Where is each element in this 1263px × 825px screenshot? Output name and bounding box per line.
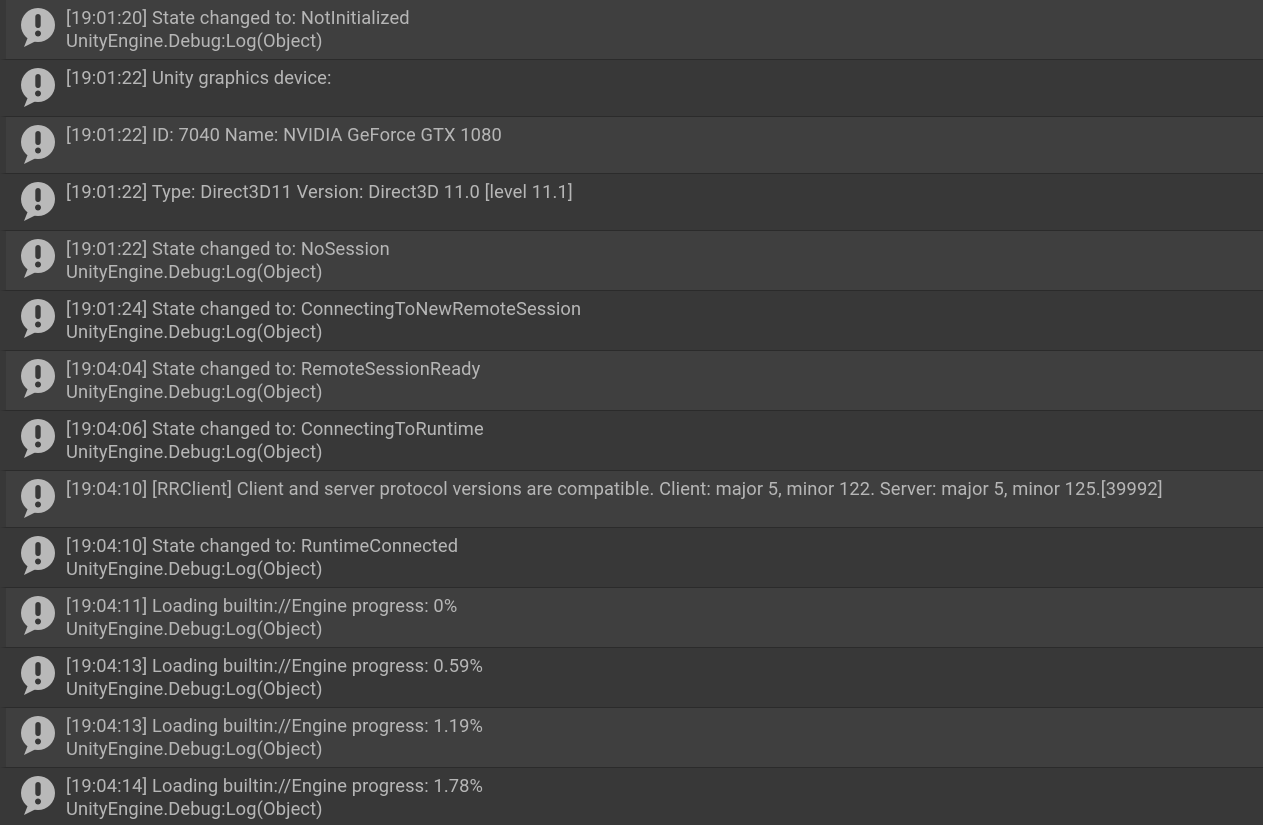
- log-line-2: UnityEngine.Debug:Log(Object): [66, 558, 1255, 581]
- info-icon: [10, 417, 66, 458]
- log-message: [19:01:22] Type: Direct3D11 Version: Dir…: [66, 180, 1255, 204]
- log-entry[interactable]: [19:04:11] Loading builtin://Engine prog…: [0, 588, 1263, 648]
- info-icon: [10, 66, 66, 107]
- log-message: [19:04:11] Loading builtin://Engine prog…: [66, 594, 1255, 641]
- info-icon: [10, 594, 66, 635]
- log-line-2: UnityEngine.Debug:Log(Object): [66, 381, 1255, 404]
- log-message: [19:04:04] State changed to: RemoteSessi…: [66, 357, 1255, 404]
- log-message: [19:01:22] Unity graphics device:: [66, 66, 1255, 90]
- log-entry[interactable]: [19:04:10] [RRClient] Client and server …: [0, 471, 1263, 528]
- log-line-1: [19:01:24] State changed to: ConnectingT…: [66, 298, 1255, 321]
- log-message: [19:01:20] State changed to: NotInitiali…: [66, 6, 1255, 53]
- info-icon: [10, 180, 66, 221]
- log-entry[interactable]: [19:04:13] Loading builtin://Engine prog…: [0, 708, 1263, 768]
- log-line-1: [19:04:14] Loading builtin://Engine prog…: [66, 775, 1255, 798]
- info-icon: [10, 714, 66, 755]
- log-entry[interactable]: [19:04:14] Loading builtin://Engine prog…: [0, 768, 1263, 825]
- log-line-2: UnityEngine.Debug:Log(Object): [66, 618, 1255, 641]
- log-message: [19:04:14] Loading builtin://Engine prog…: [66, 774, 1255, 821]
- log-line-1: [19:04:11] Loading builtin://Engine prog…: [66, 595, 1255, 618]
- log-entry[interactable]: [19:04:06] State changed to: ConnectingT…: [0, 411, 1263, 471]
- log-entry[interactable]: [19:01:24] State changed to: ConnectingT…: [0, 291, 1263, 351]
- log-entry[interactable]: [19:01:22] Unity graphics device:: [0, 60, 1263, 117]
- log-message: [19:04:10] State changed to: RuntimeConn…: [66, 534, 1255, 581]
- log-entry[interactable]: [19:01:22] Type: Direct3D11 Version: Dir…: [0, 174, 1263, 231]
- log-line-1: [19:04:13] Loading builtin://Engine prog…: [66, 655, 1255, 678]
- log-entry[interactable]: [19:01:22] State changed to: NoSessionUn…: [0, 231, 1263, 291]
- log-line-2: UnityEngine.Debug:Log(Object): [66, 261, 1255, 284]
- log-message: [19:04:06] State changed to: ConnectingT…: [66, 417, 1255, 464]
- log-line-1: [19:01:22] Unity graphics device:: [66, 67, 1255, 90]
- log-message: [19:04:13] Loading builtin://Engine prog…: [66, 714, 1255, 761]
- log-entry[interactable]: [19:04:04] State changed to: RemoteSessi…: [0, 351, 1263, 411]
- log-message: [19:01:24] State changed to: ConnectingT…: [66, 297, 1255, 344]
- log-entry[interactable]: [19:04:10] State changed to: RuntimeConn…: [0, 528, 1263, 588]
- console-log-list: [19:01:20] State changed to: NotInitiali…: [0, 0, 1263, 825]
- log-line-1: [19:01:22] ID: 7040 Name: NVIDIA GeForce…: [66, 124, 1255, 147]
- log-line-2: UnityEngine.Debug:Log(Object): [66, 30, 1255, 53]
- info-icon: [10, 534, 66, 575]
- log-entry[interactable]: [19:01:20] State changed to: NotInitiali…: [0, 0, 1263, 60]
- log-line-1: [19:04:06] State changed to: ConnectingT…: [66, 418, 1255, 441]
- info-icon: [10, 654, 66, 695]
- log-line-1: [19:04:13] Loading builtin://Engine prog…: [66, 715, 1255, 738]
- log-entry[interactable]: [19:01:22] ID: 7040 Name: NVIDIA GeForce…: [0, 117, 1263, 174]
- log-message: [19:01:22] ID: 7040 Name: NVIDIA GeForce…: [66, 123, 1255, 147]
- log-line-1: [19:04:10] State changed to: RuntimeConn…: [66, 535, 1255, 558]
- log-line-1: [19:01:22] Type: Direct3D11 Version: Dir…: [66, 181, 1255, 204]
- log-line-1: [19:04:10] [RRClient] Client and server …: [66, 478, 1255, 501]
- log-message: [19:04:10] [RRClient] Client and server …: [66, 477, 1255, 501]
- log-line-1: [19:01:22] State changed to: NoSession: [66, 238, 1255, 261]
- log-line-2: UnityEngine.Debug:Log(Object): [66, 441, 1255, 464]
- log-line-2: UnityEngine.Debug:Log(Object): [66, 678, 1255, 701]
- info-icon: [10, 774, 66, 815]
- log-line-2: UnityEngine.Debug:Log(Object): [66, 798, 1255, 821]
- log-entry[interactable]: [19:04:13] Loading builtin://Engine prog…: [0, 648, 1263, 708]
- log-message: [19:04:13] Loading builtin://Engine prog…: [66, 654, 1255, 701]
- info-icon: [10, 477, 66, 518]
- info-icon: [10, 297, 66, 338]
- info-icon: [10, 357, 66, 398]
- log-line-2: UnityEngine.Debug:Log(Object): [66, 738, 1255, 761]
- info-icon: [10, 6, 66, 47]
- log-line-1: [19:01:20] State changed to: NotInitiali…: [66, 7, 1255, 30]
- info-icon: [10, 123, 66, 164]
- log-message: [19:01:22] State changed to: NoSessionUn…: [66, 237, 1255, 284]
- log-line-2: UnityEngine.Debug:Log(Object): [66, 321, 1255, 344]
- info-icon: [10, 237, 66, 278]
- log-line-1: [19:04:04] State changed to: RemoteSessi…: [66, 358, 1255, 381]
